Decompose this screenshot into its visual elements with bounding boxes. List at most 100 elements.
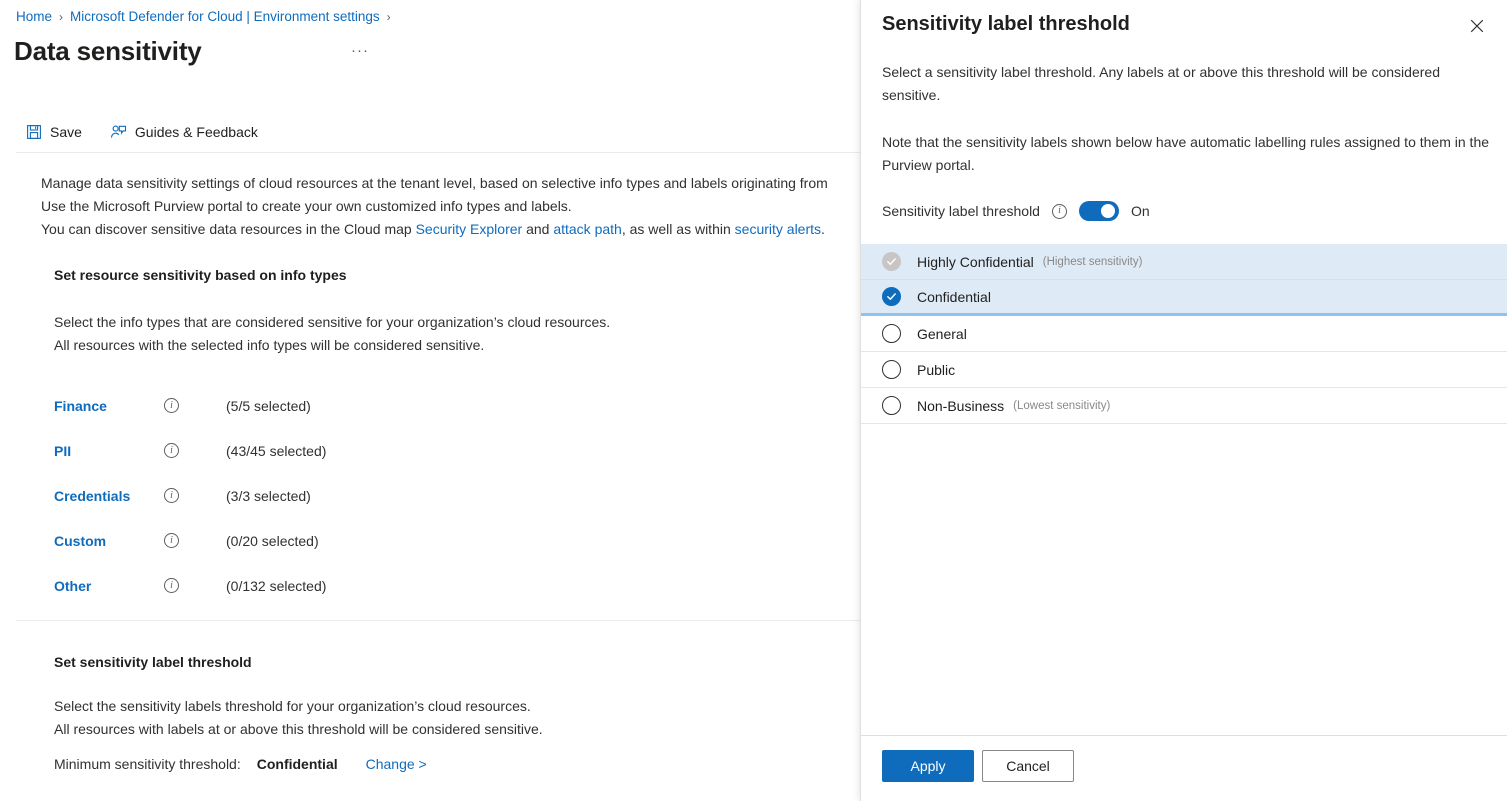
- info-types-description-line-1: Select the info types that are considere…: [54, 311, 610, 334]
- info-type-row-custom: Custom i (0/20 selected): [54, 518, 574, 563]
- breadcrumb-separator-icon: ›: [59, 7, 63, 27]
- info-types-description: Select the info types that are considere…: [54, 311, 610, 357]
- security-alerts-link[interactable]: security alerts: [735, 221, 821, 237]
- label-threshold-description-line-2: All resources with labels at or above th…: [54, 718, 543, 741]
- info-icon[interactable]: i: [164, 443, 179, 458]
- info-type-info-cell-other: i: [164, 578, 226, 593]
- toggle-knob: [1101, 204, 1115, 218]
- info-types-description-line-2: All resources with the selected info typ…: [54, 334, 610, 357]
- minimum-threshold-row: Minimum sensitivity threshold: Confident…: [54, 756, 427, 772]
- attack-path-link[interactable]: attack path: [553, 221, 622, 237]
- intro-line-3-part-a: You can discover sensitive data resource…: [41, 221, 416, 237]
- radio-unchecked-icon: [882, 360, 901, 379]
- toggle-state-label: On: [1131, 203, 1150, 219]
- label-option-non-business[interactable]: Non-Business (Lowest sensitivity): [861, 388, 1507, 424]
- info-icon[interactable]: i: [164, 578, 179, 593]
- sensitivity-threshold-toggle[interactable]: [1079, 201, 1119, 221]
- info-type-row-other: Other i (0/132 selected): [54, 563, 574, 608]
- info-icon[interactable]: i: [164, 488, 179, 503]
- save-button-label: Save: [50, 124, 82, 140]
- info-type-count-custom: (0/20 selected): [226, 533, 319, 549]
- save-icon: [26, 124, 42, 140]
- label-threshold-heading: Set sensitivity label threshold: [54, 654, 252, 670]
- label-option-name: General: [917, 326, 967, 342]
- radio-checked-disabled-icon: [882, 252, 901, 271]
- info-type-count-credentials: (3/3 selected): [226, 488, 311, 504]
- sensitivity-threshold-toggle-row: Sensitivity label threshold i On: [861, 201, 1507, 221]
- intro-line-3: You can discover sensitive data resource…: [41, 218, 865, 241]
- breadcrumb-item-environment-settings[interactable]: Microsoft Defender for Cloud | Environme…: [70, 7, 380, 27]
- save-button[interactable]: Save: [16, 116, 92, 148]
- feedback-person-icon: [110, 124, 127, 140]
- info-types-heading: Set resource sensitivity based on info t…: [54, 267, 347, 283]
- breadcrumb-item-home[interactable]: Home: [16, 7, 52, 27]
- intro-text: Manage data sensitivity settings of clou…: [41, 172, 865, 241]
- guides-feedback-label: Guides & Feedback: [135, 124, 258, 140]
- panel-body: Select a sensitivity label threshold. An…: [861, 38, 1507, 735]
- label-option-name: Highly Confidential: [917, 254, 1034, 270]
- info-types-list: Finance i (5/5 selected) PII i (43/45 se…: [54, 383, 574, 608]
- label-option-highly-confidential[interactable]: Highly Confidential (Highest sensitivity…: [861, 244, 1507, 280]
- info-type-count-pii: (43/45 selected): [226, 443, 326, 459]
- intro-line-3-part-b: and: [522, 221, 553, 237]
- info-icon[interactable]: i: [164, 533, 179, 548]
- apply-button[interactable]: Apply: [882, 750, 974, 782]
- intro-line-3-part-c: , as well as within: [622, 221, 735, 237]
- cancel-button[interactable]: Cancel: [982, 750, 1074, 782]
- minimum-threshold-value: Confidential: [257, 756, 338, 772]
- page-title: Data sensitivity: [14, 36, 202, 67]
- command-bar: Save Guides & Feedback: [16, 114, 268, 150]
- command-bar-divider: [16, 152, 860, 153]
- label-option-hint: (Highest sensitivity): [1043, 256, 1143, 268]
- sensitivity-label-threshold-panel: Sensitivity label threshold Select a sen…: [860, 0, 1507, 801]
- label-option-confidential[interactable]: Confidential: [861, 280, 1507, 316]
- section-divider: [16, 620, 860, 621]
- intro-line-2: Use the Microsoft Purview portal to crea…: [41, 195, 865, 218]
- toggle-label: Sensitivity label threshold: [882, 203, 1040, 219]
- panel-paragraph-1: Select a sensitivity label threshold. An…: [861, 61, 1507, 107]
- label-option-name: Confidential: [917, 289, 991, 305]
- info-type-info-cell-custom: i: [164, 533, 226, 548]
- label-option-general[interactable]: General: [861, 316, 1507, 352]
- breadcrumb: Home › Microsoft Defender for Cloud | En…: [16, 7, 391, 27]
- label-option-name: Non-Business: [917, 398, 1004, 414]
- close-icon[interactable]: [1461, 10, 1493, 42]
- radio-checked-icon: [882, 287, 901, 306]
- intro-line-3-part-d: .: [821, 221, 825, 237]
- info-type-count-finance: (5/5 selected): [226, 398, 311, 414]
- radio-unchecked-icon: [882, 396, 901, 415]
- breadcrumb-separator-icon-2: ›: [387, 7, 391, 27]
- sensitivity-label-options: Highly Confidential (Highest sensitivity…: [861, 244, 1507, 424]
- info-type-link-pii[interactable]: PII: [54, 443, 164, 459]
- change-threshold-link[interactable]: Change >: [366, 756, 427, 772]
- panel-header: Sensitivity label threshold: [861, 0, 1507, 38]
- label-threshold-description-line-1: Select the sensitivity labels threshold …: [54, 695, 543, 718]
- security-explorer-link[interactable]: Security Explorer: [416, 221, 523, 237]
- info-type-row-credentials: Credentials i (3/3 selected): [54, 473, 574, 518]
- intro-line-1: Manage data sensitivity settings of clou…: [41, 172, 865, 195]
- info-type-link-custom[interactable]: Custom: [54, 533, 164, 549]
- label-option-hint: (Lowest sensitivity): [1013, 400, 1110, 412]
- info-type-link-credentials[interactable]: Credentials: [54, 488, 164, 504]
- panel-paragraph-2: Note that the sensitivity labels shown b…: [861, 131, 1507, 177]
- info-icon[interactable]: i: [1052, 204, 1067, 219]
- info-type-row-pii: PII i (43/45 selected): [54, 428, 574, 473]
- overflow-menu-button[interactable]: ···: [351, 44, 369, 58]
- label-option-name: Public: [917, 362, 955, 378]
- info-type-link-finance[interactable]: Finance: [54, 398, 164, 414]
- info-type-info-cell-pii: i: [164, 443, 226, 458]
- label-option-public[interactable]: Public: [861, 352, 1507, 388]
- panel-footer: Apply Cancel: [861, 735, 1507, 801]
- info-type-count-other: (0/132 selected): [226, 578, 326, 594]
- label-threshold-description: Select the sensitivity labels threshold …: [54, 695, 543, 741]
- radio-unchecked-icon: [882, 324, 901, 343]
- info-type-link-other[interactable]: Other: [54, 578, 164, 594]
- info-icon[interactable]: i: [164, 398, 179, 413]
- info-type-info-cell-finance: i: [164, 398, 226, 413]
- info-type-info-cell-credentials: i: [164, 488, 226, 503]
- panel-title: Sensitivity label threshold: [882, 10, 1487, 38]
- minimum-threshold-label: Minimum sensitivity threshold:: [54, 756, 241, 772]
- info-type-row-finance: Finance i (5/5 selected): [54, 383, 574, 428]
- guides-feedback-button[interactable]: Guides & Feedback: [100, 116, 268, 148]
- azure-portal-screen: Home › Microsoft Defender for Cloud | En…: [0, 0, 1507, 801]
